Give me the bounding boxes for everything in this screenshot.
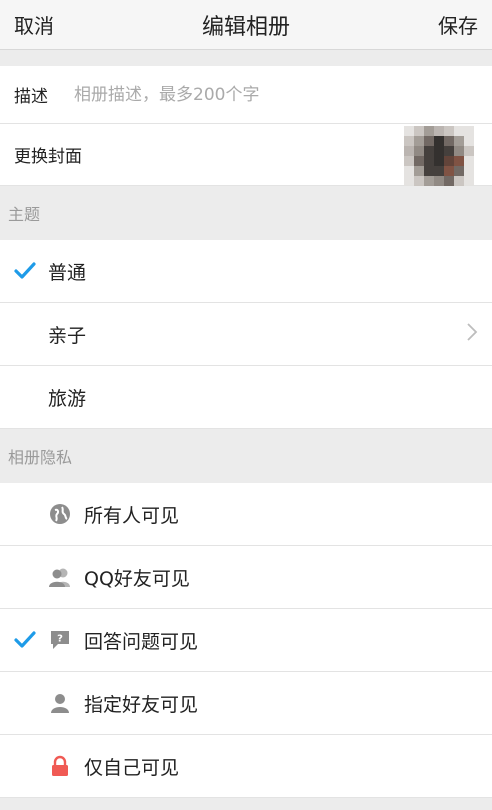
cover-mosaic-cell xyxy=(414,145,424,156)
cover-mosaic-cell xyxy=(434,145,444,156)
privacy-option-label: 回答问题可见 xyxy=(84,630,199,653)
page-title: 编辑相册 xyxy=(201,14,290,40)
cover-mosaic-cell xyxy=(434,155,444,166)
cover-mosaic-cell xyxy=(464,135,474,146)
description-label: 描述 xyxy=(14,87,48,107)
cover-mosaic-cell xyxy=(464,175,474,186)
theme-option-2[interactable]: 旅游 xyxy=(0,366,492,429)
cover-mosaic-cell xyxy=(404,125,414,136)
theme-option-0[interactable]: 普通 xyxy=(0,240,492,303)
privacy-option-label: 仅自己可见 xyxy=(84,756,180,779)
cover-mosaic-cell xyxy=(454,155,464,166)
cover-mosaic-cell xyxy=(454,135,464,146)
chevron-right-icon xyxy=(466,322,478,346)
lock-icon xyxy=(48,754,72,778)
change-cover-row[interactable]: 更换封面 xyxy=(0,124,492,186)
friends-icon xyxy=(48,565,72,589)
cover-mosaic-cell xyxy=(454,145,464,156)
cover-mosaic-cell xyxy=(424,155,434,166)
cover-mosaic-cell xyxy=(414,165,424,176)
header-bar: 取消 编辑相册 保存 xyxy=(0,0,492,50)
cancel-button[interactable]: 取消 xyxy=(14,10,54,39)
cover-mosaic-cell xyxy=(434,135,444,146)
privacy-option-label: QQ好友可见 xyxy=(84,567,190,590)
change-cover-label: 更换封面 xyxy=(14,147,82,167)
cover-mosaic-cell xyxy=(424,135,434,146)
cover-mosaic-cell xyxy=(434,125,444,136)
theme-option-label: 旅游 xyxy=(48,387,87,410)
theme-option-content: 普通 xyxy=(14,258,86,285)
cover-mosaic-cell xyxy=(444,155,454,166)
spacer xyxy=(0,50,492,66)
privacy-option-4[interactable]: 仅自己可见 xyxy=(0,735,492,798)
theme-option-content: 亲子 xyxy=(14,321,86,348)
checkmark-icon xyxy=(14,631,48,649)
theme-section-header: 主题 xyxy=(0,186,492,240)
cover-mosaic-cell xyxy=(424,145,434,156)
checkmark-icon xyxy=(14,262,48,280)
privacy-option-1[interactable]: QQ好友可见 xyxy=(0,546,492,609)
cover-mosaic-cell xyxy=(404,145,414,156)
cover-mosaic-cell xyxy=(464,165,474,176)
cover-mosaic-cell xyxy=(444,175,454,186)
cover-mosaic-cell xyxy=(464,145,474,156)
theme-option-content: 旅游 xyxy=(14,384,86,411)
cover-mosaic-cell xyxy=(424,125,434,136)
cover-mosaic-cell xyxy=(414,125,424,136)
cover-mosaic-cell xyxy=(444,145,454,156)
privacy-option-2[interactable]: ? 回答问题可见 xyxy=(0,609,492,672)
privacy-option-label: 所有人可见 xyxy=(84,504,180,527)
theme-option-label: 亲子 xyxy=(48,324,87,347)
privacy-option-3[interactable]: 指定好友可见 xyxy=(0,672,492,735)
cover-mosaic-cell xyxy=(404,155,414,166)
cover-mosaic-cell xyxy=(444,165,454,176)
cover-mosaic-cell xyxy=(444,135,454,146)
svg-text:?: ? xyxy=(57,634,63,645)
cover-mosaic-cell xyxy=(454,175,464,186)
privacy-section-header: 相册隐私 xyxy=(0,429,492,483)
description-input[interactable] xyxy=(72,83,478,106)
cover-mosaic-cell xyxy=(404,175,414,186)
globe-icon xyxy=(48,502,72,526)
cover-mosaic-cell xyxy=(404,165,414,176)
cover-mosaic-cell xyxy=(404,135,414,146)
theme-list: 普通 亲子 旅游 xyxy=(0,240,492,429)
cover-mosaic-cell xyxy=(414,175,424,186)
theme-option-1[interactable]: 亲子 xyxy=(0,303,492,366)
description-row: 描述 xyxy=(0,66,492,124)
cover-mosaic-cell xyxy=(434,175,444,186)
cover-mosaic-cell xyxy=(414,155,424,166)
cover-mosaic-cell xyxy=(424,165,434,176)
cover-thumbnail[interactable] xyxy=(404,125,474,186)
cover-mosaic-cell xyxy=(454,165,464,176)
cover-mosaic-cell xyxy=(454,125,464,136)
theme-option-label: 普通 xyxy=(48,261,87,284)
question-icon: ? xyxy=(48,628,72,652)
cover-mosaic-cell xyxy=(464,125,474,136)
cover-mosaic-cell xyxy=(464,155,474,166)
save-button[interactable]: 保存 xyxy=(438,10,478,39)
cover-mosaic-cell xyxy=(414,135,424,146)
cover-mosaic-cell xyxy=(434,165,444,176)
person-icon xyxy=(48,691,72,715)
privacy-list: 所有人可见 QQ好友可见? 回答问题可见 指定好友可见 仅自己可见 xyxy=(0,483,492,798)
privacy-option-0[interactable]: 所有人可见 xyxy=(0,483,492,546)
cover-mosaic-cell xyxy=(444,125,454,136)
privacy-option-label: 指定好友可见 xyxy=(84,693,199,716)
cover-mosaic-cell xyxy=(424,175,434,186)
